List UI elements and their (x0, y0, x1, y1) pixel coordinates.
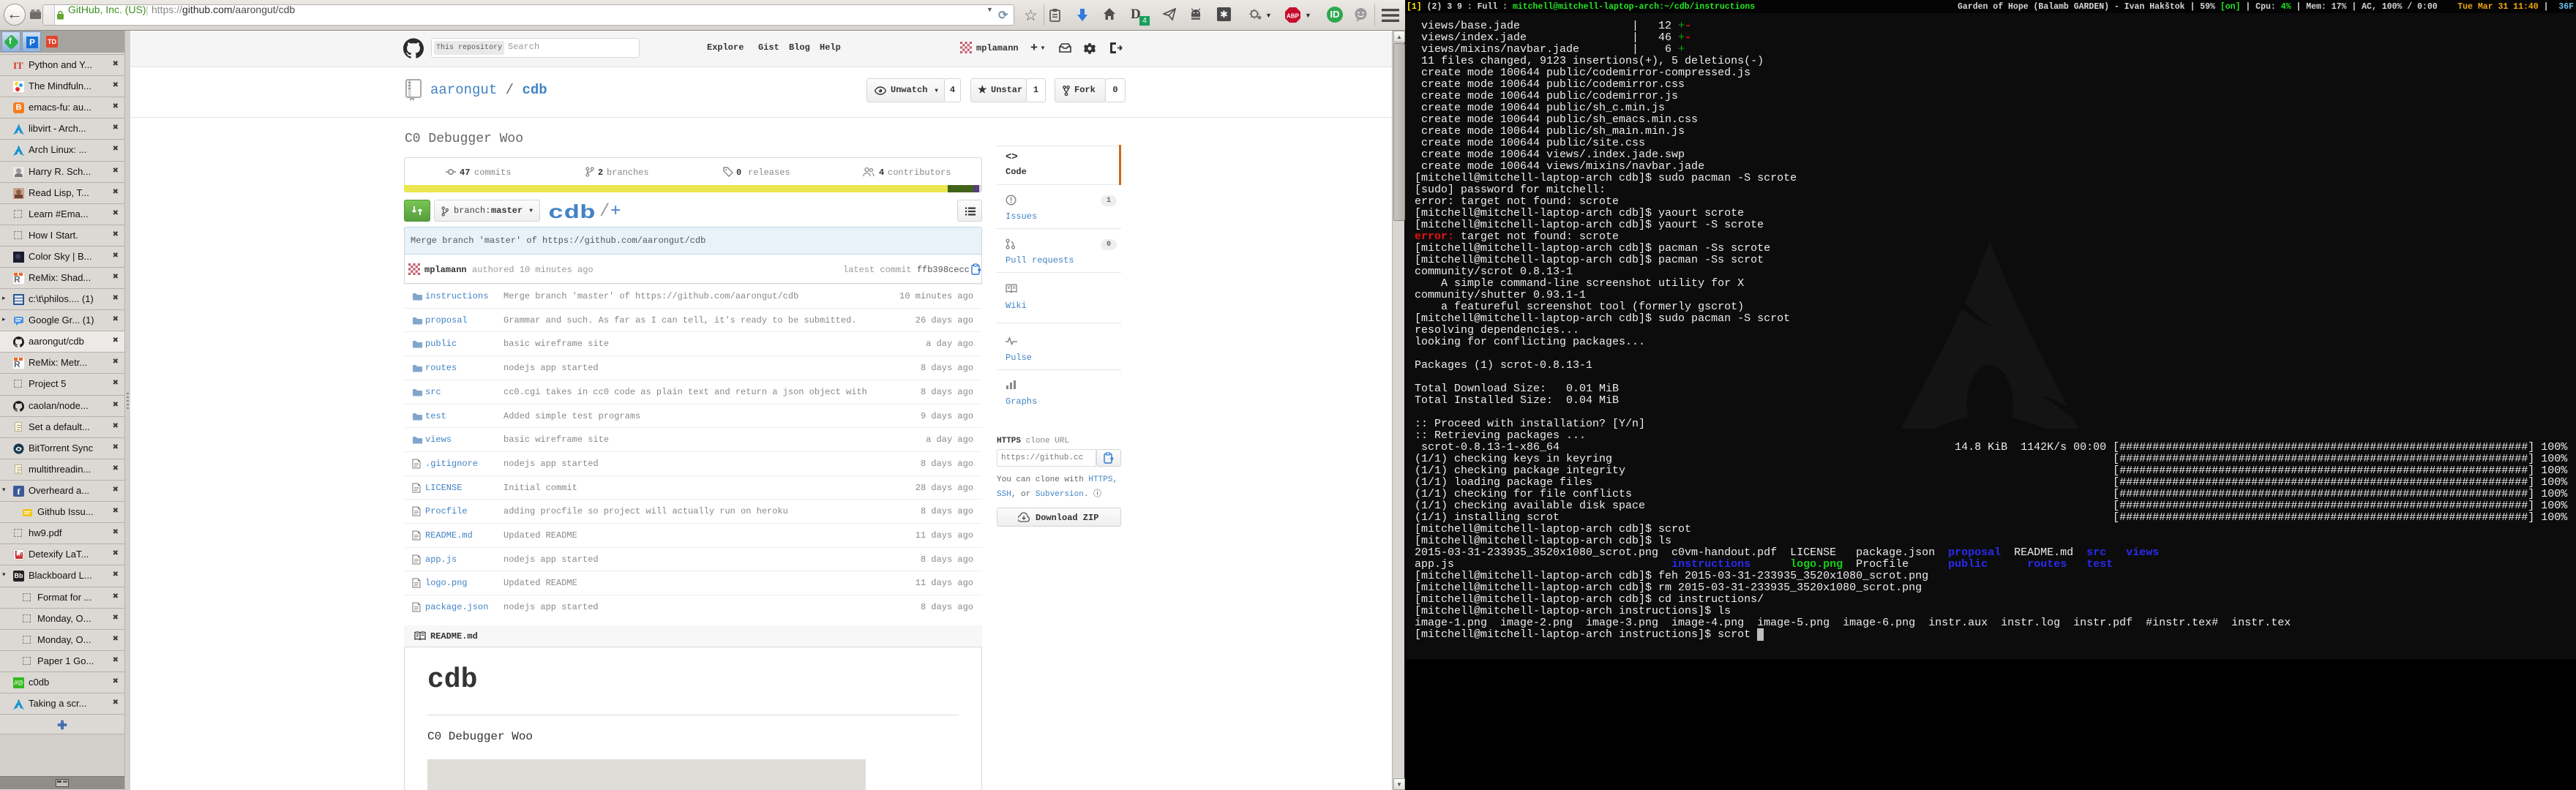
svg-text:ABP: ABP (1287, 13, 1300, 20)
